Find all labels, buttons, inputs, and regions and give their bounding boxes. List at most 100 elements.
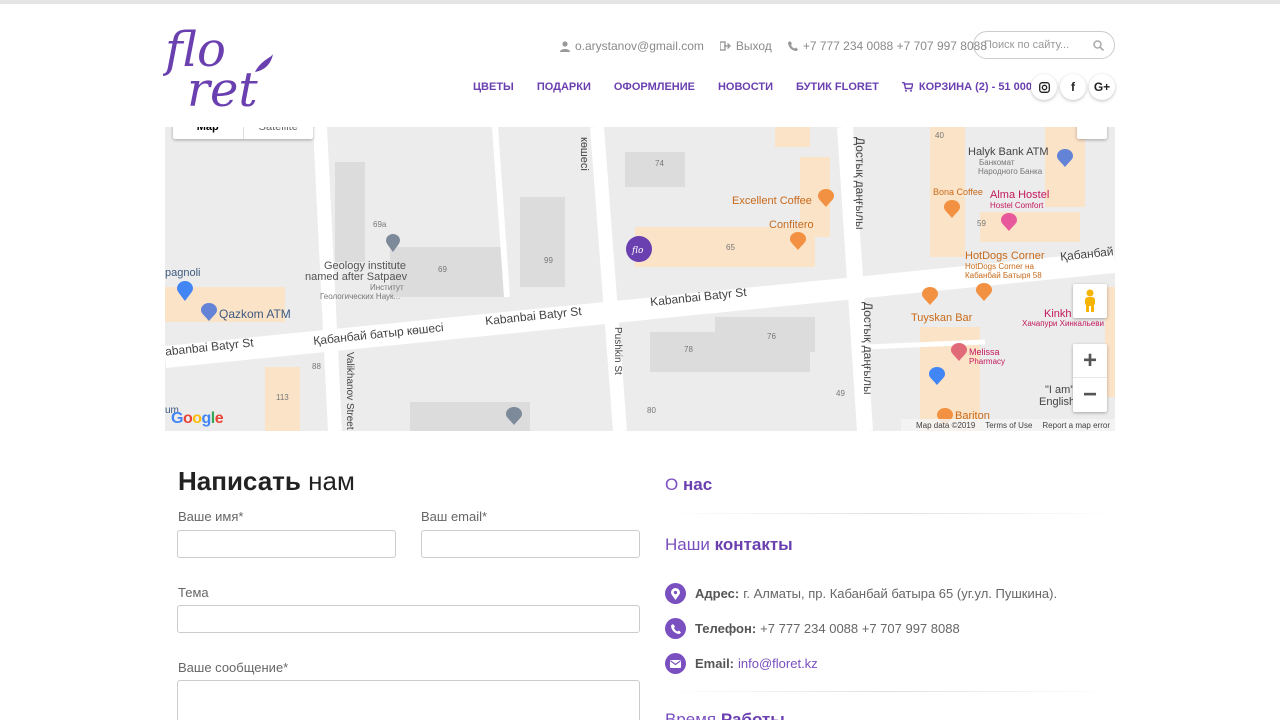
zoom-in-button[interactable]: + bbox=[1073, 344, 1107, 378]
header-phones[interactable]: +7 777 234 0088 +7 707 997 8088 bbox=[787, 39, 987, 53]
map-label: Хачапури Хинкальеви bbox=[1022, 319, 1104, 328]
map-label: 99 bbox=[544, 256, 553, 265]
map-label: Банкомат bbox=[979, 158, 1015, 167]
hours-heading-bold: Работы bbox=[720, 710, 785, 720]
contact-address: Адрес: г. Алматы, пр. Кабанбай батыра 65… bbox=[665, 583, 1057, 604]
map-data-text: Map data ©2019 bbox=[916, 420, 976, 430]
logout-text: Выход bbox=[735, 39, 772, 53]
divider bbox=[665, 691, 1115, 692]
about-heading-bold: нас bbox=[682, 475, 713, 494]
atm-pin-icon[interactable] bbox=[201, 303, 217, 321]
map-label: 88 bbox=[312, 362, 321, 371]
map-label: Alma Hostel bbox=[990, 189, 1050, 201]
atm-pin-icon[interactable] bbox=[1057, 149, 1073, 167]
message-label: Ваше сообщение* bbox=[178, 660, 289, 675]
name-label: Ваше имя* bbox=[178, 509, 244, 524]
map-label: Valikhanov Street bbox=[344, 352, 355, 430]
logout-link[interactable]: Выход bbox=[719, 39, 772, 53]
instagram-icon[interactable] bbox=[1031, 74, 1057, 100]
contact-email: Email: info@floret.kz bbox=[665, 653, 818, 674]
landmark-pin-icon[interactable] bbox=[386, 234, 400, 252]
email-input[interactable] bbox=[422, 531, 639, 557]
map-label: көшесі bbox=[578, 137, 590, 171]
user-email-text: o.arystanov@gmail.com bbox=[575, 39, 704, 53]
tab-satellite[interactable]: Satellite bbox=[244, 127, 314, 139]
map-label: Pushkin St bbox=[612, 327, 623, 375]
nav-item-boutique[interactable]: БУТИК FLORET bbox=[796, 81, 879, 93]
bank-pin-icon[interactable] bbox=[177, 281, 193, 301]
user-email[interactable]: o.arystanov@gmail.com bbox=[560, 39, 704, 53]
name-input[interactable] bbox=[178, 531, 395, 557]
hotel-pin-icon[interactable] bbox=[1001, 213, 1017, 231]
map-label: Кабанбай Батыря 58 bbox=[965, 271, 1042, 280]
cart-icon bbox=[901, 81, 913, 92]
user-icon bbox=[560, 40, 570, 52]
terms-link[interactable]: Terms of Use bbox=[985, 421, 1032, 430]
nav-item-gifts[interactable]: ПОДАРКИ bbox=[537, 81, 591, 93]
address-label: Адрес: bbox=[695, 586, 740, 601]
map-label: Геологических Наук... bbox=[320, 292, 401, 301]
name-field[interactable] bbox=[177, 530, 396, 558]
subject-input[interactable] bbox=[178, 606, 639, 632]
search-box[interactable] bbox=[973, 31, 1115, 59]
logo-text-bottom: ret bbox=[187, 62, 258, 110]
map-label: HotDogs Corner на bbox=[965, 262, 1034, 271]
nav-item-decoration[interactable]: ОФОРМЛЕНИЕ bbox=[614, 81, 695, 93]
map-label: Tuyskan Bar bbox=[911, 312, 973, 324]
zoom-controls: + − bbox=[1073, 344, 1107, 412]
nav-item-flowers[interactable]: ЦВЕТЫ bbox=[473, 81, 514, 93]
map-label: 80 bbox=[647, 406, 656, 415]
email-label: Ваш email* bbox=[421, 509, 488, 524]
email-field[interactable] bbox=[421, 530, 640, 558]
location-map[interactable]: Map Satellite көшесі 74 Достық даңғылы 4… bbox=[165, 127, 1115, 431]
map-footer: Map data ©2019 Terms of Use Report a map… bbox=[901, 419, 1115, 431]
shop-pin-icon[interactable] bbox=[929, 367, 945, 385]
message-textarea[interactable] bbox=[178, 681, 639, 720]
cafe-pin-icon[interactable] bbox=[818, 189, 834, 207]
cafe-pin-icon[interactable] bbox=[944, 200, 960, 218]
floret-logo[interactable]: flo ret bbox=[162, 20, 279, 118]
fullscreen-button[interactable] bbox=[1077, 127, 1107, 139]
google-logo[interactable]: Google bbox=[171, 410, 224, 428]
facebook-icon[interactable]: f bbox=[1060, 74, 1086, 100]
restaurant-pin-icon[interactable] bbox=[790, 232, 806, 250]
contacts-heading-light: Наши bbox=[665, 535, 710, 554]
map-label: Hostel Comfort bbox=[990, 201, 1044, 210]
restaurant-pin-icon[interactable] bbox=[976, 283, 992, 301]
map-label: Excellent Coffee bbox=[732, 195, 812, 207]
hours-heading: Время Работы bbox=[665, 710, 785, 720]
pharmacy-pin-icon[interactable] bbox=[951, 343, 967, 361]
cart-label: КОРЗИНА (2) - 51 000 ₸ bbox=[918, 81, 1043, 93]
tab-map[interactable]: Map bbox=[173, 127, 244, 139]
map-label: Halyk Bank ATM bbox=[968, 146, 1049, 158]
leaf-icon bbox=[255, 54, 273, 72]
subject-field[interactable] bbox=[177, 605, 640, 633]
map-label: Народного Банка bbox=[978, 167, 1043, 176]
floret-location-marker[interactable]: flo bbox=[625, 235, 653, 263]
map-label: 40 bbox=[935, 131, 944, 140]
zoom-out-button[interactable]: − bbox=[1073, 378, 1107, 412]
message-field[interactable] bbox=[177, 680, 640, 720]
google-plus-icon[interactable]: G+ bbox=[1089, 74, 1115, 100]
subject-label: Тема bbox=[178, 585, 209, 600]
map-label: 69 bbox=[438, 265, 447, 274]
about-heading-light: О bbox=[665, 475, 679, 494]
street-view-pegman-icon[interactable] bbox=[1073, 284, 1107, 318]
about-heading: О нас bbox=[665, 475, 712, 495]
search-icon[interactable] bbox=[1093, 39, 1104, 51]
map-type-tabs: Map Satellite bbox=[173, 127, 313, 139]
top-border bbox=[0, 0, 1280, 4]
bar-pin-icon[interactable] bbox=[922, 287, 938, 305]
map-label: HotDogs Corner bbox=[965, 250, 1045, 262]
report-error-link[interactable]: Report a map error bbox=[1042, 421, 1110, 430]
map-label: English bbox=[1039, 396, 1076, 408]
email-link[interactable]: info@floret.kz bbox=[738, 656, 818, 671]
map-label: Melissa bbox=[969, 347, 1000, 357]
education-pin-icon[interactable] bbox=[506, 407, 522, 425]
map-label: 113 bbox=[276, 393, 289, 402]
phone-icon bbox=[665, 618, 686, 639]
search-input[interactable] bbox=[984, 39, 1088, 51]
map-label: "I am" bbox=[1045, 384, 1075, 396]
logout-icon bbox=[719, 41, 731, 51]
nav-item-news[interactable]: НОВОСТИ bbox=[718, 81, 773, 93]
